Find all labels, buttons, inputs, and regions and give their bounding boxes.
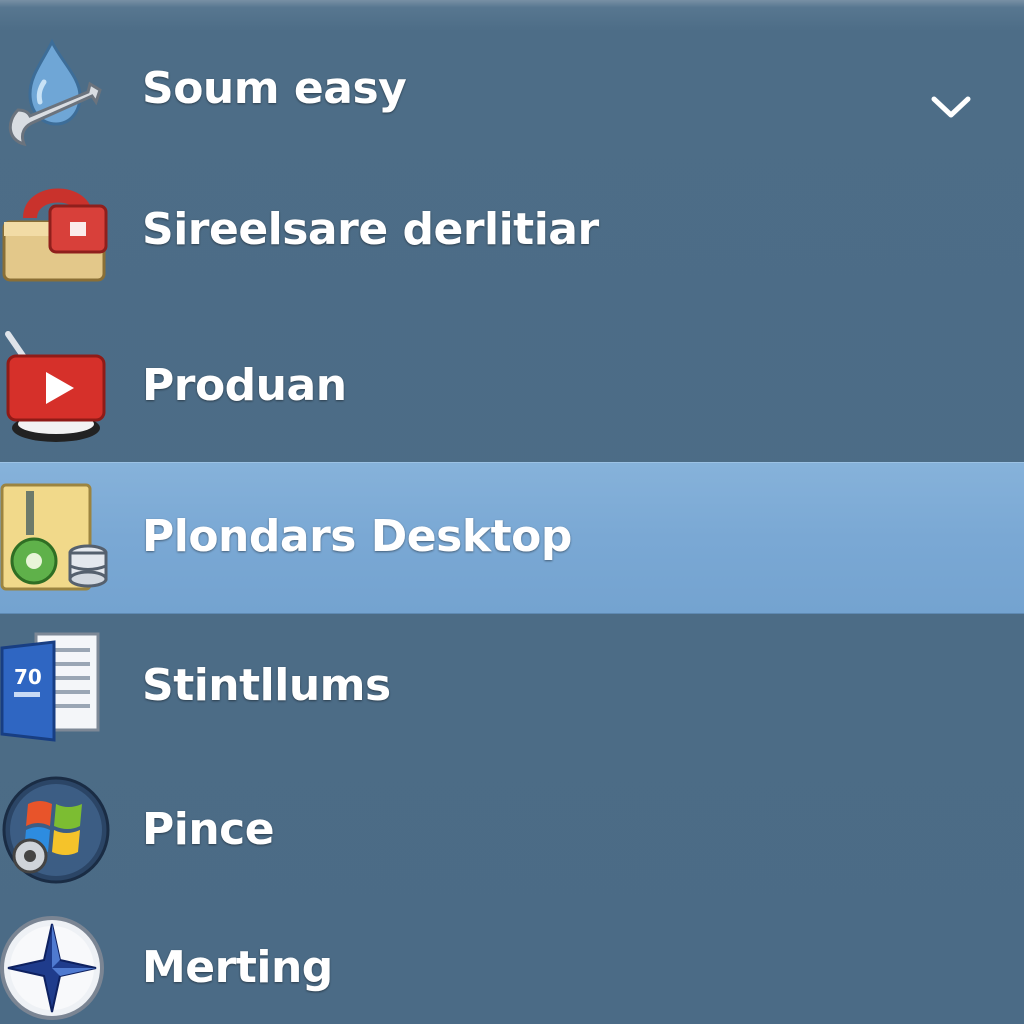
menu-item-plondars-desktop[interactable]: Plondars Desktop — [0, 462, 1024, 614]
media-player-icon — [0, 326, 118, 444]
menu-item-label: Soum easy — [142, 63, 407, 114]
chevron-down-icon[interactable] — [928, 93, 974, 123]
menu-item-stintllums[interactable]: 70 Stintllums — [0, 618, 1024, 758]
compass-star-icon — [0, 908, 118, 1024]
wrench-drop-icon — [0, 32, 118, 150]
windows-orb-icon — [0, 772, 118, 890]
menu-item-label: Stintllums — [142, 660, 391, 711]
menu-item-label: Merting — [142, 942, 333, 993]
menu-item-label: Sireelsare derlitiar — [142, 204, 599, 255]
lock-folder-icon — [0, 170, 118, 288]
menu-item-pince[interactable]: Pince — [0, 762, 1024, 902]
menu-item-sireelsare-derlitiar[interactable]: Sireelsare derlitiar — [0, 162, 1024, 302]
menu-item-label: Pince — [142, 804, 275, 855]
svg-text:70: 70 — [14, 665, 42, 689]
menu-item-merting[interactable]: Merting — [0, 906, 1024, 1024]
folder-database-icon — [0, 477, 118, 595]
menu-top-edge — [0, 0, 1024, 8]
menu-item-label: Plondars Desktop — [142, 511, 572, 562]
menu-item-soum-easy[interactable]: Soum easy — [0, 28, 1024, 158]
menu-item-label: Produan — [142, 360, 347, 411]
start-menu-list: Soum easy Sireelsare derlitiar Produan P… — [0, 0, 1024, 1024]
document-icon: 70 — [0, 628, 118, 746]
menu-item-produan[interactable]: Produan — [0, 318, 1024, 458]
